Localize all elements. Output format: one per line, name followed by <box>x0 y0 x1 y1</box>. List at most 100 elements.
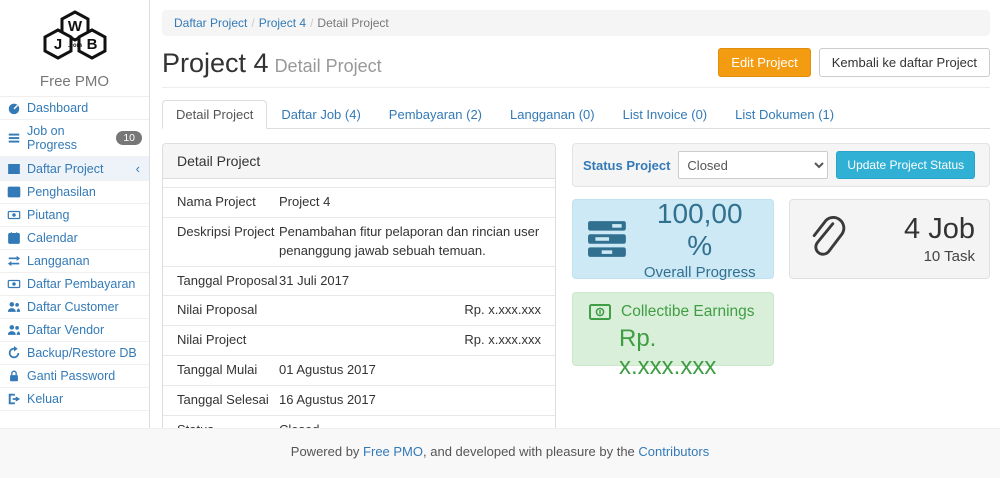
svg-text:W: W <box>67 18 82 35</box>
sign-out-icon <box>7 392 21 406</box>
tab-daftar-job[interactable]: Daftar Job (4) <box>267 100 374 128</box>
sidebar-item-label: Job on Progress <box>27 124 110 152</box>
tab-label[interactable]: List Dokumen (1) <box>721 100 848 129</box>
breadcrumb: Daftar Project/Project 4/Detail Project <box>162 10 990 36</box>
logo-box: W J B .com Free PMO <box>0 0 149 97</box>
tab-detail-project[interactable]: Detail Project <box>162 100 267 128</box>
line-chart-icon <box>7 185 21 199</box>
row-value: Rp. x.xxx.xxx <box>279 301 541 320</box>
breadcrumb-link-daftar-project[interactable]: Daftar Project <box>174 16 247 30</box>
tab-pembayaran[interactable]: Pembayaran (2) <box>375 100 496 128</box>
sidebar-item-piutang[interactable]: Piutang <box>0 204 149 227</box>
money-icon <box>7 208 21 222</box>
sidebar-nav: Dashboard Job on Progress 10 Daftar Proj… <box>0 97 149 411</box>
refresh-icon <box>7 346 21 360</box>
status-project-label: Status Project <box>583 158 670 173</box>
sidebar-item-ganti-password[interactable]: Ganti Password <box>0 365 149 388</box>
svg-text:B: B <box>86 36 97 53</box>
row-value: 16 Agustus 2017 <box>279 391 541 410</box>
row-value: Rp. x.xxx.xxx <box>279 331 541 350</box>
money-icon <box>7 277 21 291</box>
row-value: 01 Agustus 2017 <box>279 361 541 380</box>
detail-row-nilai-proposal: Nilai Proposal Rp. x.xxx.xxx <box>163 295 555 325</box>
status-project-bar: Status Project Closed Update Project Sta… <box>572 143 990 187</box>
breadcrumb-separator: / <box>247 16 258 30</box>
job-count-value: 4 Job <box>860 213 976 246</box>
sidebar-item-label: Langganan <box>27 254 142 268</box>
earnings-value: Rp. x.xxx.xxx <box>619 325 757 381</box>
users-icon <box>7 323 21 337</box>
money-icon <box>589 304 611 320</box>
breadcrumb-link-project-4[interactable]: Project 4 <box>259 16 306 30</box>
row-value: Penambahan fitur pelaporan dan rincian u… <box>279 223 541 261</box>
tab-list-dokumen[interactable]: List Dokumen (1) <box>721 100 848 128</box>
sidebar-item-job-on-progress[interactable]: Job on Progress 10 <box>0 120 149 157</box>
lock-icon <box>7 369 21 383</box>
tab-label[interactable]: Langganan (0) <box>496 100 609 129</box>
tab-label[interactable]: Daftar Job (4) <box>267 100 374 129</box>
progress-label: Overall Progress <box>641 264 759 281</box>
sidebar-item-label: Keluar <box>27 392 142 406</box>
tab-label[interactable]: List Invoice (0) <box>609 100 722 129</box>
bars-icon <box>7 131 21 145</box>
job-count-card: 4 Job 10 Task <box>789 199 991 279</box>
dashboard-icon <box>7 101 21 115</box>
sidebar-item-label: Backup/Restore DB <box>27 346 142 360</box>
sidebar-item-daftar-project[interactable]: Daftar Project ‹ <box>0 157 149 181</box>
back-to-list-button[interactable]: Kembali ke daftar Project <box>819 48 990 77</box>
row-label: Tanggal Mulai <box>177 361 279 380</box>
sidebar-item-calendar[interactable]: Calendar <box>0 227 149 250</box>
free-pmo-link[interactable]: Free PMO <box>363 444 423 459</box>
detail-row-tanggal-selesai: Tanggal Selesai 16 Agustus 2017 <box>163 385 555 415</box>
earnings-label: Collectibe Earnings <box>621 303 755 321</box>
detail-row-deskripsi-project: Deskripsi Project Penambahan fitur pelap… <box>163 217 555 266</box>
sidebar-item-label: Daftar Project <box>27 162 130 176</box>
sidebar-item-keluar[interactable]: Keluar <box>0 388 149 411</box>
sidebar-item-label: Daftar Customer <box>27 300 142 314</box>
tasks-icon <box>587 220 629 258</box>
tab-langganan[interactable]: Langganan (0) <box>496 100 609 128</box>
row-label: Nama Project <box>177 193 279 212</box>
page-footer: Powered by Free PMO, and developed with … <box>0 428 1000 478</box>
detail-row-nilai-project: Nilai Project Rp. x.xxx.xxx <box>163 325 555 355</box>
sidebar-item-backup-restore[interactable]: Backup/Restore DB <box>0 342 149 365</box>
detail-row-tanggal-mulai: Tanggal Mulai 01 Agustus 2017 <box>163 355 555 385</box>
tab-label[interactable]: Pembayaran (2) <box>375 100 496 129</box>
sidebar-item-daftar-pembayaran[interactable]: Daftar Pembayaran <box>0 273 149 296</box>
tab-list-invoice[interactable]: List Invoice (0) <box>609 100 722 128</box>
breadcrumb-separator: / <box>306 16 317 30</box>
tab-bar: Detail Project Daftar Job (4) Pembayaran… <box>162 100 990 129</box>
content: Daftar Project/Project 4/Detail Project … <box>150 0 1000 428</box>
sidebar-item-langganan[interactable]: Langganan <box>0 250 149 273</box>
task-count-value: 10 Task <box>860 248 976 265</box>
page-title: Project 4Detail Project <box>162 48 382 79</box>
panel-title: Detail Project <box>163 144 555 179</box>
sidebar-item-penghasilan[interactable]: Penghasilan <box>0 181 149 204</box>
brand-name: Free PMO <box>0 73 149 90</box>
chevron-left-icon: ‹ <box>136 161 142 176</box>
svg-text:J: J <box>53 36 61 53</box>
collectible-earnings-card: Collectibe Earnings Rp. x.xxx.xxx <box>572 292 774 366</box>
page-subtitle: Detail Project <box>275 56 382 76</box>
sidebar-item-label: Calendar <box>27 231 142 245</box>
row-label: Nilai Project <box>177 331 279 350</box>
sidebar-item-daftar-customer[interactable]: Daftar Customer <box>0 296 149 319</box>
row-label: Nilai Proposal <box>177 301 279 320</box>
row-label: Deskripsi Project <box>177 223 279 261</box>
tab-label[interactable]: Detail Project <box>162 100 267 129</box>
overall-progress-card: 100,00 % Overall Progress <box>572 199 774 279</box>
sidebar-item-dashboard[interactable]: Dashboard <box>0 97 149 120</box>
update-project-status-button[interactable]: Update Project Status <box>836 151 975 179</box>
sidebar-item-label: Piutang <box>27 208 142 222</box>
status-project-select[interactable]: Closed <box>678 151 828 179</box>
page-header: Project 4Detail Project Edit Project Kem… <box>162 48 990 88</box>
detail-row-tanggal-proposal: Tanggal Proposal 31 Juli 2017 <box>163 266 555 296</box>
sidebar-item-label: Daftar Pembayaran <box>27 277 142 291</box>
edit-project-button[interactable]: Edit Project <box>718 48 810 77</box>
contributors-link[interactable]: Contributors <box>638 444 709 459</box>
svg-text:.com: .com <box>67 43 81 49</box>
sidebar-item-daftar-vendor[interactable]: Daftar Vendor <box>0 319 149 342</box>
paperclip-icon <box>804 213 848 265</box>
breadcrumb-current: Detail Project <box>317 16 388 30</box>
sidebar-item-label: Dashboard <box>27 101 142 115</box>
